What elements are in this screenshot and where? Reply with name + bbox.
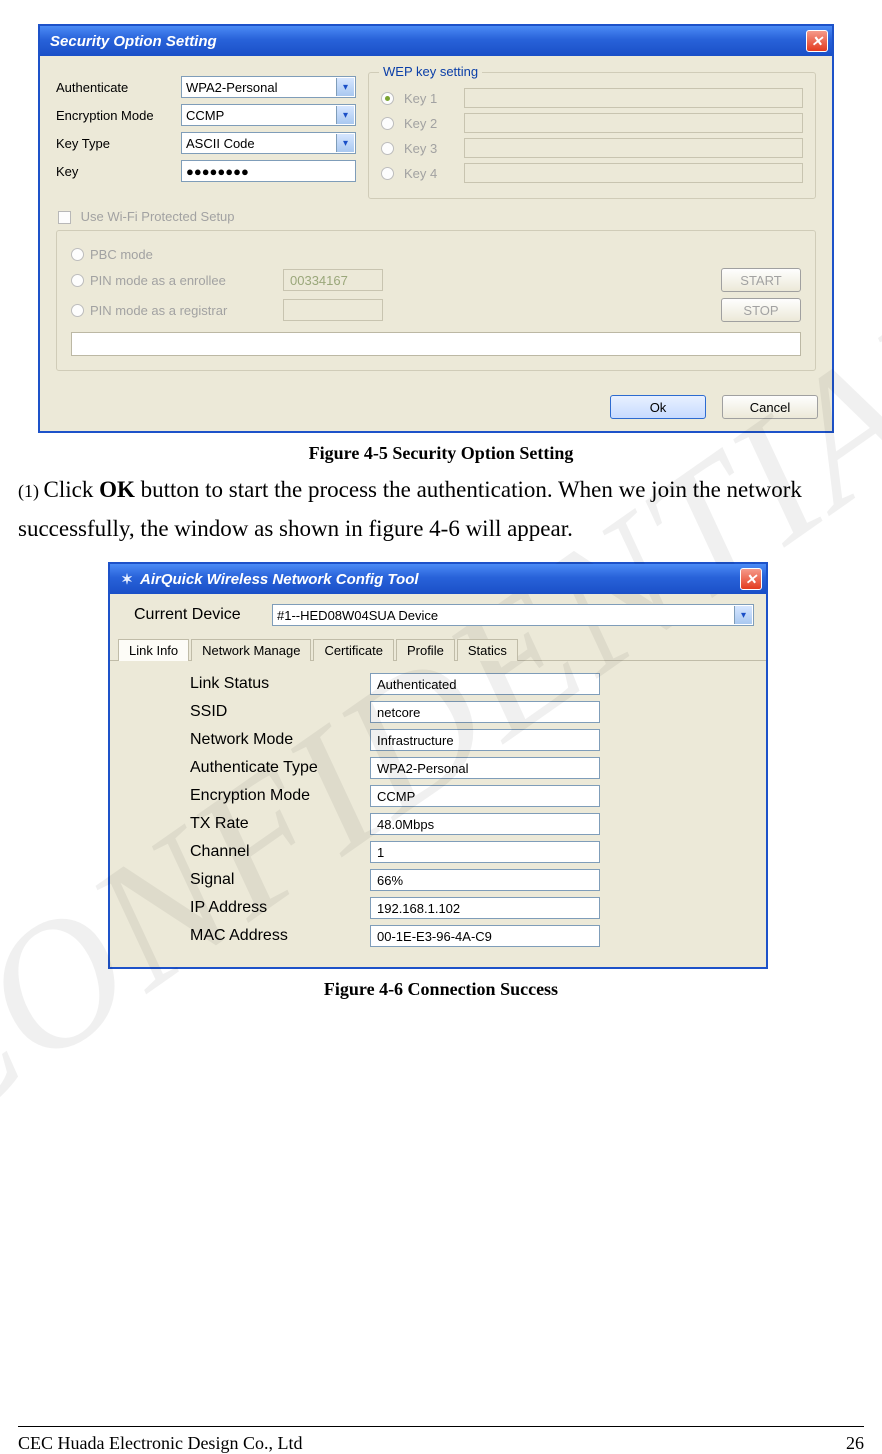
wep-key1-field — [464, 88, 803, 108]
dialog-footer: Ok Cancel — [40, 385, 832, 431]
tab-network-manage[interactable]: Network Manage — [191, 639, 311, 661]
ok-button[interactable]: Ok — [610, 395, 706, 419]
label-signal: Signal — [190, 871, 370, 889]
label-key: Key — [56, 164, 181, 179]
keytype-value: ASCII Code — [186, 136, 255, 151]
link-info-panel: Link StatusAuthenticated SSIDnetcore Net… — [110, 661, 766, 967]
label-encryption: Encryption Mode — [190, 787, 370, 805]
wep-key4-label: Key 4 — [404, 166, 454, 181]
chevron-down-icon: ▾ — [336, 78, 354, 96]
start-button: START — [721, 268, 801, 292]
label-encryption: Encryption Mode — [56, 108, 181, 123]
close-icon[interactable]: ✕ — [740, 568, 762, 590]
wep-key2-label: Key 2 — [404, 116, 454, 131]
window-title: AirQuick Wireless Network Config Tool — [140, 571, 419, 588]
value-auth-type: WPA2-Personal — [370, 757, 600, 779]
label-keytype: Key Type — [56, 136, 181, 151]
value-ip: 192.168.1.102 — [370, 897, 600, 919]
label-mac: MAC Address — [190, 927, 370, 945]
checkbox-icon — [58, 211, 71, 224]
star-icon: ✶ — [120, 572, 134, 586]
tab-certificate[interactable]: Certificate — [313, 639, 394, 661]
current-device-value: #1--HED08W04SUA Device — [277, 608, 438, 623]
label-network-mode: Network Mode — [190, 731, 370, 749]
wps-pbc-label: PBC mode — [90, 247, 153, 262]
text-bold: OK — [99, 477, 135, 502]
wep-key3-label: Key 3 — [404, 141, 454, 156]
tab-statics[interactable]: Statics — [457, 639, 518, 661]
chevron-down-icon: ▾ — [734, 606, 752, 624]
tab-profile[interactable]: Profile — [396, 639, 455, 661]
list-number: (1) — [18, 481, 44, 501]
value-ssid: netcore — [370, 701, 600, 723]
value-tx-rate: 48.0Mbps — [370, 813, 600, 835]
body-paragraph: (1) Click OK button to start the process… — [18, 470, 864, 548]
radio-icon — [381, 167, 394, 180]
radio-icon — [71, 248, 84, 261]
label-tx-rate: TX Rate — [190, 815, 370, 833]
radio-icon — [381, 117, 394, 130]
authenticate-value: WPA2-Personal — [186, 80, 278, 95]
security-fields: Authenticate WPA2-Personal ▾ Encryption … — [56, 70, 356, 188]
wep-key3-field — [464, 138, 803, 158]
tab-strip: Link Info Network Manage Certificate Pro… — [110, 638, 766, 661]
key-value: ●●●●●●●● — [186, 164, 249, 179]
pin-value: 00334167 — [290, 273, 348, 288]
value-mac: 00-1E-E3-96-4A-C9 — [370, 925, 600, 947]
wep-key4-field — [464, 163, 803, 183]
text-post: button to start the process the authenti… — [18, 477, 802, 541]
window-title: Security Option Setting — [50, 33, 217, 50]
wps-checkbox-row: Use Wi-Fi Protected Setup — [58, 209, 816, 224]
encryption-value: CCMP — [186, 108, 224, 123]
value-channel: 1 — [370, 841, 600, 863]
wep-key1-label: Key 1 — [404, 91, 454, 106]
wps-pin-registrar-label: PIN mode as a registrar — [90, 303, 227, 318]
chevron-down-icon: ▾ — [336, 106, 354, 124]
wep-key2-field — [464, 113, 803, 133]
chevron-down-icon: ▾ — [336, 134, 354, 152]
stop-button: STOP — [721, 298, 801, 322]
config-tool-window: ✶ AirQuick Wireless Network Config Tool … — [108, 562, 768, 969]
value-network-mode: Infrastructure — [370, 729, 600, 751]
footer-page-number: 26 — [846, 1433, 864, 1454]
pin-registrar-input — [283, 299, 383, 321]
tab-link-info[interactable]: Link Info — [118, 639, 189, 661]
key-input[interactable]: ●●●●●●●● — [181, 160, 356, 182]
encryption-select[interactable]: CCMP ▾ — [181, 104, 356, 126]
value-signal: 66% — [370, 869, 600, 891]
radio-icon — [71, 274, 84, 287]
figure-caption-2: Figure 4-6 Connection Success — [18, 979, 864, 1000]
label-authenticate: Authenticate — [56, 80, 181, 95]
label-auth-type: Authenticate Type — [190, 759, 370, 777]
progressbar — [71, 332, 801, 356]
current-device-select[interactable]: #1--HED08W04SUA Device ▾ — [272, 604, 754, 626]
text-pre: Click — [44, 477, 100, 502]
value-link-status: Authenticated — [370, 673, 600, 695]
radio-icon — [381, 142, 394, 155]
footer-company: CEC Huada Electronic Design Co., Ltd — [18, 1433, 302, 1454]
wps-groupbox: PBC mode PIN mode as a enrollee 00334167… — [56, 230, 816, 371]
radio-icon — [381, 92, 394, 105]
authenticate-select[interactable]: WPA2-Personal ▾ — [181, 76, 356, 98]
label-channel: Channel — [190, 843, 370, 861]
security-window: Security Option Setting ✕ Authenticate W… — [38, 24, 834, 433]
close-icon[interactable]: ✕ — [806, 30, 828, 52]
figure-caption-1: Figure 4-5 Security Option Setting — [18, 443, 864, 464]
pin-input: 00334167 — [283, 269, 383, 291]
keytype-select[interactable]: ASCII Code ▾ — [181, 132, 356, 154]
label-link-status: Link Status — [190, 675, 370, 693]
wep-groupbox: WEP key setting Key 1 Key 2 Key 3 — [368, 72, 816, 199]
label-ip: IP Address — [190, 899, 370, 917]
cancel-button[interactable]: Cancel — [722, 395, 818, 419]
page-footer: CEC Huada Electronic Design Co., Ltd 26 — [18, 1426, 864, 1454]
wps-checkbox-label: Use Wi-Fi Protected Setup — [81, 209, 235, 224]
titlebar: ✶ AirQuick Wireless Network Config Tool … — [110, 564, 766, 594]
wep-legend: WEP key setting — [379, 64, 482, 79]
radio-icon — [71, 304, 84, 317]
value-encryption: CCMP — [370, 785, 600, 807]
current-device-label: Current Device — [134, 606, 254, 624]
label-ssid: SSID — [190, 703, 370, 721]
wps-pin-enrollee-label: PIN mode as a enrollee — [90, 273, 226, 288]
titlebar: Security Option Setting ✕ — [40, 26, 832, 56]
